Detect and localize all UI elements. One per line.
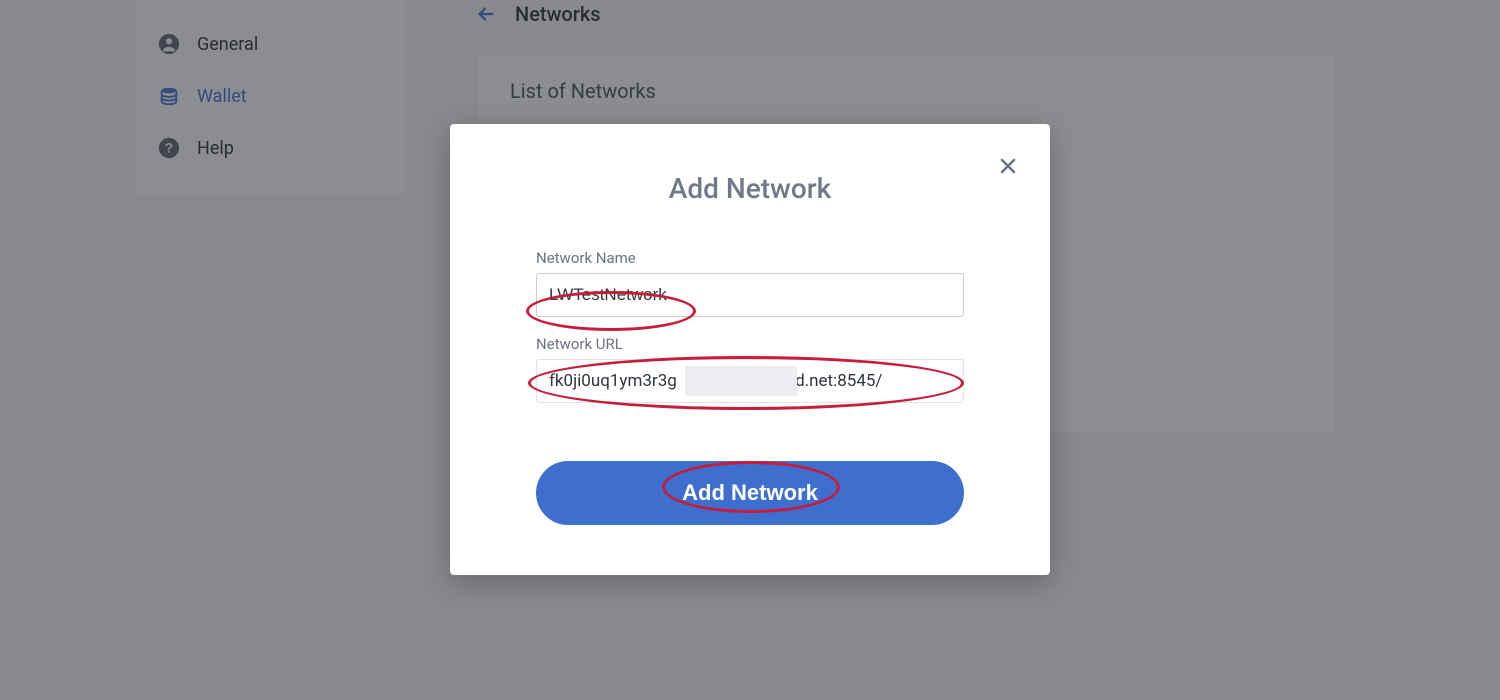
- modal-title: Add Network: [536, 172, 964, 205]
- network-url-group: Network URL: [536, 335, 964, 403]
- add-network-modal: Add Network Network Name Network URL Add…: [450, 124, 1050, 575]
- close-button[interactable]: [994, 152, 1022, 180]
- network-url-input[interactable]: [536, 359, 964, 403]
- modal-overlay: Add Network Network Name Network URL Add…: [0, 0, 1500, 700]
- network-url-label: Network URL: [536, 335, 964, 353]
- add-network-button[interactable]: Add Network: [536, 461, 964, 525]
- network-name-group: Network Name: [536, 249, 964, 317]
- network-name-label: Network Name: [536, 249, 964, 267]
- network-name-input[interactable]: [536, 273, 964, 317]
